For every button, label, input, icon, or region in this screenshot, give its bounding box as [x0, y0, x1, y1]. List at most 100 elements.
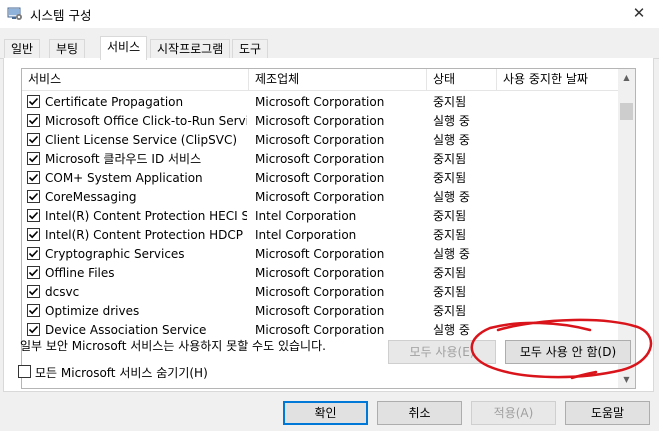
tab-boot[interactable]: 부팅 [49, 39, 86, 59]
service-name: Microsoft 클라우드 ID 서비스 [45, 152, 202, 166]
service-name: Cryptographic Services [45, 247, 185, 261]
service-name: Intel(R) Content Protection HECI Se... [45, 209, 247, 223]
service-row[interactable]: Intel(R) Content Protection HDCP S... Int… [22, 225, 619, 244]
service-row[interactable]: Microsoft 클라우드 ID 서비스 Microsoft Corporati… [22, 149, 619, 168]
service-status: 실행 중 [433, 133, 470, 147]
service-checkbox[interactable] [27, 323, 40, 336]
ok-button[interactable]: 확인 [283, 401, 368, 425]
service-manufacturer: Microsoft Corporation [255, 266, 385, 280]
service-checkbox[interactable] [27, 228, 40, 241]
disable-all-button[interactable]: 모두 사용 안 함(D) [505, 340, 631, 364]
service-checkbox[interactable] [27, 247, 40, 260]
service-checkbox[interactable] [27, 209, 40, 222]
service-status: 실행 중 [433, 114, 470, 128]
service-manufacturer: Microsoft Corporation [255, 114, 385, 128]
apply-button[interactable]: 적용(A) [471, 401, 556, 425]
service-row[interactable]: Client License Service (ClipSVC) Microsof… [22, 130, 619, 149]
service-status: 중지됨 [433, 304, 467, 318]
column-header-manufacturer[interactable]: 제조업체 [249, 69, 427, 91]
cancel-button[interactable]: 취소 [377, 401, 462, 425]
tab-general[interactable]: 일반 [4, 39, 41, 59]
scroll-down-icon[interactable]: ▼ [618, 371, 635, 388]
security-note: 일부 보안 Microsoft 서비스는 사용하지 못할 수도 있습니다. [20, 339, 326, 353]
service-manufacturer: Microsoft Corporation [255, 285, 385, 299]
close-icon: ✕ [632, 4, 646, 22]
service-checkbox[interactable] [27, 133, 40, 146]
service-checkbox[interactable] [27, 171, 40, 184]
service-name: Client License Service (ClipSVC) [45, 133, 238, 147]
service-status: 중지됨 [433, 228, 467, 242]
column-header-status[interactable]: 상태 [427, 69, 497, 91]
service-row[interactable]: COM+ System Application Microsoft Corpora… [22, 168, 619, 187]
service-status: 중지됨 [433, 95, 467, 109]
checkmark-icon [28, 306, 39, 315]
service-status: 중지됨 [433, 285, 467, 299]
service-checkbox[interactable] [27, 266, 40, 279]
checkmark-icon [28, 173, 39, 182]
service-row[interactable]: Certificate Propagation Microsoft Corpora… [22, 92, 619, 111]
service-manufacturer: Microsoft Corporation [255, 247, 385, 261]
checkmark-icon [28, 325, 39, 334]
service-status: 중지됨 [433, 209, 467, 223]
checkmark-icon [28, 211, 39, 220]
column-header-service[interactable]: 서비스 [22, 69, 249, 91]
list-header: 서비스 제조업체 상태 사용 중지한 날짜 [22, 69, 619, 91]
checkbox-box[interactable] [18, 365, 31, 378]
service-name: Microsoft Office Click-to-Run Service [45, 114, 247, 128]
service-row[interactable]: Offline Files Microsoft Corporation 중지됨 [22, 263, 619, 282]
service-manufacturer: Intel Corporation [255, 228, 357, 242]
service-name: Offline Files [45, 266, 115, 280]
checkmark-icon [28, 154, 39, 163]
scroll-thumb[interactable] [620, 103, 633, 120]
service-status: 중지됨 [433, 171, 467, 185]
tab-tools[interactable]: 도구 [232, 39, 269, 59]
service-checkbox[interactable] [27, 95, 40, 108]
service-row[interactable]: Microsoft Office Click-to-Run Service Mic… [22, 111, 619, 130]
checkmark-icon [28, 116, 39, 125]
checkmark-icon [28, 230, 39, 239]
system-config-icon [7, 6, 23, 22]
title-bar: 시스템 구성 ✕ [0, 0, 659, 28]
close-button[interactable]: ✕ [619, 0, 659, 28]
service-manufacturer: Microsoft Corporation [255, 95, 385, 109]
service-manufacturer: Microsoft Corporation [255, 171, 385, 185]
service-name: Intel(R) Content Protection HDCP S... [45, 228, 247, 242]
service-manufacturer: Intel Corporation [255, 209, 357, 223]
enable-all-button[interactable]: 모두 사용(E) [388, 340, 496, 364]
checkmark-icon [28, 135, 39, 144]
service-status: 실행 중 [433, 323, 470, 337]
service-row[interactable]: Optimize drives Microsoft Corporation 중지됨 [22, 301, 619, 320]
hide-ms-services-label: 모든 Microsoft 서비스 숨기기(H) [35, 366, 208, 380]
service-row[interactable]: dcsvc Microsoft Corporation 중지됨 [22, 282, 619, 301]
checkmark-icon [28, 249, 39, 258]
tab-strip: 일반 부팅 서비스 시작프로그램 도구 [0, 36, 659, 60]
service-checkbox[interactable] [27, 304, 40, 317]
service-row[interactable]: Cryptographic Services Microsoft Corporat… [22, 244, 619, 263]
service-name: Optimize drives [45, 304, 140, 318]
service-status: 중지됨 [433, 152, 467, 166]
service-status: 중지됨 [433, 266, 467, 280]
window-title: 시스템 구성 [30, 8, 92, 23]
service-status: 실행 중 [433, 190, 470, 204]
scroll-up-icon[interactable]: ▲ [618, 69, 635, 86]
help-button[interactable]: 도움말 [565, 401, 650, 425]
tab-services[interactable]: 서비스 [100, 36, 148, 60]
service-row[interactable]: CoreMessaging Microsoft Corporation 실행 중 [22, 187, 619, 206]
service-manufacturer: Microsoft Corporation [255, 190, 385, 204]
service-name: Certificate Propagation [45, 95, 184, 109]
service-checkbox[interactable] [27, 152, 40, 165]
service-checkbox[interactable] [27, 285, 40, 298]
column-header-disabled-date[interactable]: 사용 중지한 날짜 [497, 69, 619, 91]
checkmark-icon [28, 192, 39, 201]
service-manufacturer: Microsoft Corporation [255, 304, 385, 318]
service-checkbox[interactable] [27, 190, 40, 203]
service-row[interactable]: Intel(R) Content Protection HECI Se... In… [22, 206, 619, 225]
service-name: CoreMessaging [45, 190, 137, 204]
checkmark-icon [28, 287, 39, 296]
tab-startup[interactable]: 시작프로그램 [150, 39, 231, 59]
service-manufacturer: Microsoft Corporation [255, 152, 385, 166]
service-checkbox[interactable] [27, 114, 40, 127]
checkmark-icon [28, 268, 39, 277]
service-name: COM+ System Application [45, 171, 203, 185]
checkmark-icon [28, 97, 39, 106]
